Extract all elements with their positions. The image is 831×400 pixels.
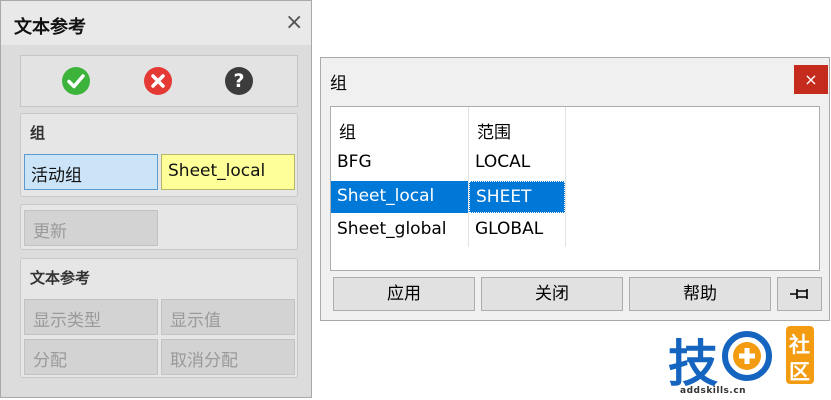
pin-button[interactable] [777,277,822,311]
check-icon[interactable] [62,67,90,95]
column-header-group[interactable]: 组 [331,107,469,147]
badge-char-qu: 区 [789,360,810,384]
group-list: 组 范围 BFG LOCAL Sheet_local SHEET Sheet_g… [330,106,820,271]
watermark-url: addskills.cn [680,386,747,396]
cancel-icon[interactable] [144,67,172,95]
badge-char-she: 社 [789,333,810,357]
panel-title: 文本参考 [14,17,86,38]
show-value-button[interactable]: 显示值 [161,299,295,335]
community-badge: 社 区 [786,326,814,384]
scope-cell: GLOBAL [475,219,544,239]
dialog-close-button[interactable]: × [794,65,828,94]
dialog-title: 组 [330,74,347,94]
scope-cell: SHEET [469,181,565,213]
group-cell: BFG [337,152,372,172]
column-header-scope[interactable]: 范围 [469,107,566,147]
scope-cell: LOCAL [475,152,531,172]
help-glyph: ? [233,70,245,92]
help-icon[interactable]: ? [225,67,253,95]
panel-close-button[interactable]: × [285,12,303,34]
group-cell: Sheet_global [337,219,447,239]
help-button[interactable]: 帮助 [629,277,771,311]
group-section: 组 活动组 Sheet_local [20,113,298,197]
action-icon-row: ? [20,55,298,107]
close-icon: × [804,70,818,89]
panel-title-bar: 文本参考 × [1,1,311,45]
column-divider [565,147,566,247]
text-reference-panel: 文本参考 × ? 组 活动组 Sheet_local 更新 文本参考 显示类型 … [0,0,312,398]
plus-circle-icon [722,331,772,381]
group-section-title: 组 [30,124,46,142]
group-dialog: 组 × 组 范围 BFG LOCAL Sheet_local SHEET She… [320,57,830,321]
close-button[interactable]: 关闭 [481,277,623,311]
update-button[interactable]: 更新 [24,210,158,246]
unassign-button[interactable]: 取消分配 [161,339,295,375]
group-cell: Sheet_local [331,181,468,213]
text-reference-section: 文本参考 显示类型 显示值 分配 取消分配 [20,258,298,378]
pin-icon [789,289,808,299]
apply-button[interactable]: 应用 [333,277,475,311]
assign-button[interactable]: 分配 [24,339,158,375]
active-group-label: 活动组 [24,154,158,190]
update-section: 更新 [20,204,298,250]
text-reference-section-title: 文本参考 [30,269,91,287]
active-group-value[interactable]: Sheet_local [161,154,295,190]
show-type-button[interactable]: 显示类型 [24,299,158,335]
